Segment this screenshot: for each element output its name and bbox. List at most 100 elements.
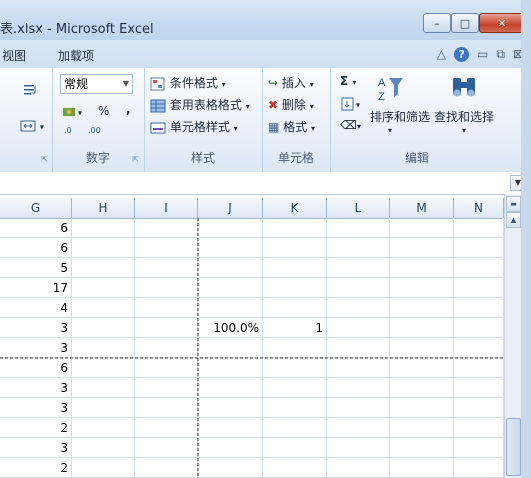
cell-k11[interactable]	[263, 418, 327, 438]
column-header-h[interactable]: H	[72, 198, 135, 218]
cell-g12[interactable]: 3	[0, 438, 72, 458]
accounting-format-icon[interactable]: ▾	[62, 104, 82, 120]
cell-l5[interactable]	[327, 298, 390, 318]
cell-n5[interactable]	[454, 298, 504, 318]
window-restore-icon[interactable]: ⧉	[496, 47, 505, 62]
cell-g1[interactable]: 6	[0, 218, 72, 238]
cell-h12[interactable]	[72, 438, 135, 458]
cell-h6[interactable]	[72, 318, 135, 338]
cell-h5[interactable]	[72, 298, 135, 318]
cell-j12[interactable]	[198, 438, 263, 458]
cell-n8[interactable]	[454, 358, 504, 378]
cell-k7[interactable]	[263, 338, 327, 358]
cell-l10[interactable]	[327, 398, 390, 418]
cell-n11[interactable]	[454, 418, 504, 438]
cell-styles-button[interactable]: 单元格样式 ▾	[150, 118, 238, 136]
minimize-ribbon-icon[interactable]: △	[437, 47, 446, 62]
cell-k2[interactable]	[263, 238, 327, 258]
column-header-m[interactable]: M	[390, 198, 454, 218]
cell-i6[interactable]	[135, 318, 198, 338]
cell-k3[interactable]	[263, 258, 327, 278]
cell-g2[interactable]: 6	[0, 238, 72, 258]
cell-m7[interactable]	[390, 338, 454, 358]
cell-g5[interactable]: 4	[0, 298, 72, 318]
cell-h13[interactable]	[72, 458, 135, 478]
cell-j6[interactable]: 100.0%	[198, 318, 263, 338]
cell-h11[interactable]	[72, 418, 135, 438]
cell-m9[interactable]	[390, 378, 454, 398]
cell-j4[interactable]	[198, 278, 263, 298]
tab-view[interactable]: 视图	[2, 47, 26, 64]
find-select-label[interactable]: 查找和选择	[434, 108, 494, 125]
cell-h1[interactable]	[72, 218, 135, 238]
cell-j8[interactable]	[198, 358, 263, 378]
cell-i3[interactable]	[135, 258, 198, 278]
cell-n1[interactable]	[454, 218, 504, 238]
cell-g8[interactable]: 6	[0, 358, 72, 378]
cell-i1[interactable]	[135, 218, 198, 238]
cell-k4[interactable]	[263, 278, 327, 298]
cell-m5[interactable]	[390, 298, 454, 318]
cell-j10[interactable]	[198, 398, 263, 418]
cell-k13[interactable]	[263, 458, 327, 478]
cell-g6[interactable]: 3	[0, 318, 72, 338]
cell-m12[interactable]	[390, 438, 454, 458]
cell-n7[interactable]	[454, 338, 504, 358]
column-header-g[interactable]: G	[0, 198, 72, 218]
cell-l3[interactable]	[327, 258, 390, 278]
cell-l12[interactable]	[327, 438, 390, 458]
cell-k8[interactable]	[263, 358, 327, 378]
cell-m2[interactable]	[390, 238, 454, 258]
wrap-text-icon[interactable]	[22, 82, 38, 98]
cell-g9[interactable]: 3	[0, 378, 72, 398]
cell-j5[interactable]	[198, 298, 263, 318]
decrease-decimal-button[interactable]: .00	[88, 126, 101, 135]
insert-button[interactable]: ↪ 插入 ▾	[268, 74, 314, 91]
fill-icon[interactable]: ▾	[340, 96, 360, 112]
cell-h3[interactable]	[72, 258, 135, 278]
cell-l1[interactable]	[327, 218, 390, 238]
cell-h4[interactable]	[72, 278, 135, 298]
cell-j1[interactable]	[198, 218, 263, 238]
format-as-table-button[interactable]: 套用表格格式 ▾	[150, 96, 250, 114]
cell-m13[interactable]	[390, 458, 454, 478]
cell-n9[interactable]	[454, 378, 504, 398]
number-format-dropdown[interactable]: 常规 ▼	[60, 74, 133, 94]
cell-n6[interactable]	[454, 318, 504, 338]
cell-l4[interactable]	[327, 278, 390, 298]
merge-center-icon[interactable]: ▾	[20, 118, 44, 134]
cell-m6[interactable]	[390, 318, 454, 338]
cell-m4[interactable]	[390, 278, 454, 298]
cell-i11[interactable]	[135, 418, 198, 438]
cell-g11[interactable]: 2	[0, 418, 72, 438]
cell-h8[interactable]	[72, 358, 135, 378]
cell-k1[interactable]	[263, 218, 327, 238]
column-header-l[interactable]: L	[327, 198, 390, 218]
vertical-scrollbar[interactable]: ▬ ▲	[504, 194, 522, 478]
worksheet-grid[interactable]: 6 6 5 17 4 3 100.0% 1 3 6 3 3 2 3 2	[0, 218, 504, 478]
cell-k6[interactable]: 1	[263, 318, 327, 338]
number-launcher-icon[interactable]: ⇱	[132, 155, 139, 164]
cell-h2[interactable]	[72, 238, 135, 258]
autosum-icon[interactable]: Σ ▾	[340, 74, 356, 88]
alignment-launcher-icon[interactable]: ⇱	[41, 155, 48, 164]
cell-h10[interactable]	[72, 398, 135, 418]
minimize-button[interactable]: –	[423, 13, 451, 33]
scrollbar-thumb[interactable]	[506, 418, 521, 476]
cell-j2[interactable]	[198, 238, 263, 258]
cell-i2[interactable]	[135, 238, 198, 258]
cell-n2[interactable]	[454, 238, 504, 258]
cell-i8[interactable]	[135, 358, 198, 378]
cell-j13[interactable]	[198, 458, 263, 478]
cell-h9[interactable]	[72, 378, 135, 398]
cell-g3[interactable]: 5	[0, 258, 72, 278]
cell-g13[interactable]: 2	[0, 458, 72, 478]
column-header-k[interactable]: K	[263, 198, 327, 218]
split-box-icon[interactable]: ▬	[506, 196, 521, 212]
clear-icon[interactable]: ⌫▾	[340, 118, 361, 132]
cell-l8[interactable]	[327, 358, 390, 378]
conditional-format-button[interactable]: 条件格式 ▾	[150, 74, 226, 92]
cell-i9[interactable]	[135, 378, 198, 398]
cell-k12[interactable]	[263, 438, 327, 458]
cell-i4[interactable]	[135, 278, 198, 298]
